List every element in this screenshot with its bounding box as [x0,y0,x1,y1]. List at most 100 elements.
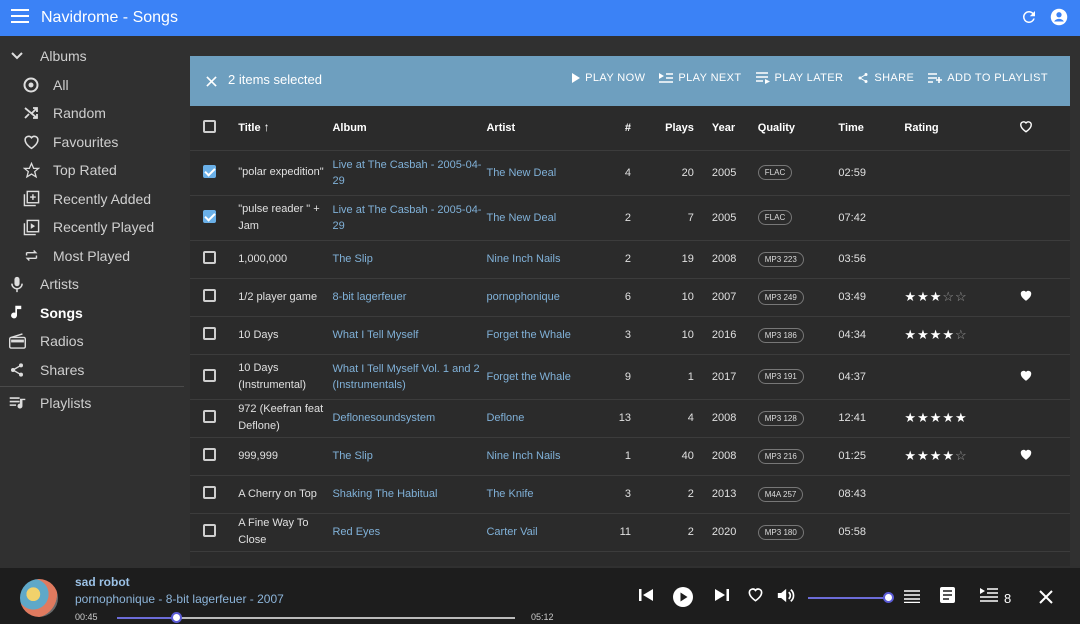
sidebar-item-recently-added[interactable]: Recently Added [0,185,184,214]
artist-link[interactable]: Forget the Whale [486,354,602,400]
album-link[interactable]: Deflonesoundsystem [332,399,487,438]
star-filled-icon[interactable]: ★ [917,289,930,304]
play-now-button[interactable]: PLAY NOW [571,72,645,84]
playlist-view-button[interactable] [904,590,920,603]
star-filled-icon[interactable]: ★ [930,289,943,304]
sidebar-item-playlists[interactable]: Playlists [0,389,184,418]
sidebar-item-recently-played[interactable]: Recently Played [0,213,184,242]
star-filled-icon[interactable]: ★ [904,448,917,463]
column-header-year[interactable]: Year [693,106,758,151]
row-checkbox[interactable] [203,448,216,461]
star-filled-icon[interactable]: ★ [930,410,943,425]
row-checkbox[interactable] [203,524,216,537]
lyrics-button[interactable] [940,587,955,603]
love-button[interactable] [747,587,764,602]
row-checkbox[interactable] [203,486,216,499]
album-link[interactable]: Shaking The Habitual [332,475,487,514]
star-filled-icon[interactable]: ★ [917,327,930,342]
play-next-button[interactable]: PLAY NEXT [659,72,741,84]
table-row[interactable]: 999,999 The Slip Nine Inch Nails 1 40 2008 MP3… [190,437,1070,476]
progress-handle[interactable] [170,612,182,623]
sidebar-albums-toggle[interactable]: Albums [0,42,184,71]
album-link[interactable]: Red Eyes [332,513,487,552]
close-icon[interactable] [206,74,217,92]
album-link[interactable]: 8-bit lagerfeuer [332,278,487,317]
share-button[interactable]: SHARE [857,72,914,84]
album-link[interactable]: What I Tell Myself [332,316,487,355]
table-row[interactable]: 10 Days What I Tell Myself Forget the Whal… [190,316,1070,355]
album-cover[interactable] [20,579,58,617]
album-link[interactable]: What I Tell Myself Vol. 1 and 2 (Instrum… [332,354,487,400]
refresh-icon[interactable] [1020,8,1038,31]
table-row[interactable]: 1/2 player game 8-bit lagerfeuer pornophon… [190,278,1070,317]
star-outline-icon[interactable]: ☆ [955,327,968,342]
play-button[interactable] [672,586,694,608]
close-player-button[interactable] [1039,590,1053,604]
album-link[interactable]: The Slip [332,240,487,279]
next-button[interactable] [714,587,730,603]
row-checkbox[interactable] [203,327,216,340]
star-filled-icon[interactable]: ★ [904,289,917,304]
artist-link[interactable]: The New Deal [486,195,602,241]
sidebar-item-favourites[interactable]: Favourites [0,128,184,157]
column-header-title[interactable]: Title ↑ [238,106,333,151]
menu-icon[interactable] [11,8,29,28]
sidebar-item-all[interactable]: All [0,71,184,100]
star-outline-icon[interactable]: ☆ [955,448,968,463]
star-filled-icon[interactable]: ★ [942,448,955,463]
sidebar-item-top-rated[interactable]: Top Rated [0,156,184,185]
table-row[interactable]: "pulse reader " + Jam Live at The Casbah … [190,195,1070,241]
artist-link[interactable]: Nine Inch Nails [486,437,602,476]
column-header-album[interactable]: Album [332,106,487,151]
progress-slider[interactable] [117,612,515,623]
rating-stars[interactable]: ★★★★☆ [904,327,967,342]
album-link[interactable]: Live at The Casbah - 2005-04-29 [332,195,487,241]
artist-link[interactable]: Deflone [486,399,602,438]
heart-filled-icon[interactable] [1019,369,1033,382]
play-later-button[interactable]: PLAY LATER [755,72,844,84]
volume-handle[interactable] [883,592,894,603]
star-filled-icon[interactable]: ★ [942,410,955,425]
star-filled-icon[interactable]: ★ [904,410,917,425]
now-playing-artist-album[interactable]: pornophonique - 8-bit lagerfeuer - 2007 [75,592,284,606]
sidebar-item-most-played[interactable]: Most Played [0,242,184,271]
sidebar-item-songs[interactable]: Songs [0,299,184,328]
volume-slider[interactable] [808,592,894,603]
album-link[interactable]: The Slip [332,437,487,476]
artist-link[interactable]: Nine Inch Nails [486,240,602,279]
star-filled-icon[interactable]: ★ [955,410,968,425]
artist-link[interactable]: pornophonique [486,278,602,317]
row-checkbox[interactable] [203,410,216,423]
table-row[interactable]: 1,000,000 The Slip Nine Inch Nails 2 19 2008 M… [190,240,1070,279]
column-header-track-number[interactable]: # [601,106,632,151]
star-filled-icon[interactable]: ★ [930,327,943,342]
previous-button[interactable] [638,587,654,603]
queue-button[interactable] [979,587,998,602]
column-header-rating[interactable]: Rating [904,106,1008,151]
sidebar-item-artists[interactable]: Artists [0,270,184,299]
artist-link[interactable]: Forget the Whale [486,316,602,355]
table-row[interactable]: A Fine Way To Close Red Eyes Carter Vail 11… [190,513,1070,552]
artist-link[interactable]: The Knife [486,475,602,514]
table-row[interactable]: A Cherry on Top Shaking The Habitual The K… [190,475,1070,514]
row-checkbox[interactable] [203,251,216,264]
volume-button[interactable] [777,587,797,604]
row-checkbox[interactable] [203,289,216,302]
table-row[interactable]: "polar expedition" Live at The Casbah - 2… [190,150,1070,196]
column-header-artist[interactable]: Artist [486,106,602,151]
artist-link[interactable]: Carter Vail [486,513,602,552]
heart-filled-icon[interactable] [1019,448,1033,461]
column-header-plays[interactable]: Plays [631,106,694,151]
select-all-checkbox[interactable] [203,119,216,133]
column-header-quality[interactable]: Quality [757,106,839,151]
star-filled-icon[interactable]: ★ [930,448,943,463]
star-outline-icon[interactable]: ☆ [942,289,955,304]
row-checkbox[interactable] [203,368,216,382]
heart-filled-icon[interactable] [1019,289,1033,302]
rating-stars[interactable]: ★★★☆☆ [904,289,967,304]
column-header-time[interactable]: Time [838,106,905,151]
album-link[interactable]: Live at The Casbah - 2005-04-29 [332,150,487,196]
add-to-playlist-button[interactable]: ADD TO PLAYLIST [928,72,1048,84]
star-filled-icon[interactable]: ★ [917,410,930,425]
rating-stars[interactable]: ★★★★☆ [904,448,967,463]
